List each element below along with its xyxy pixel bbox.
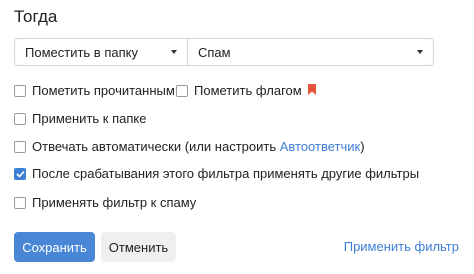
folder-select-value: Спам xyxy=(198,44,231,60)
apply-to-folder-option[interactable]: Применить к папке xyxy=(14,111,146,126)
apply-to-folder-label: Применить к папке xyxy=(32,111,147,126)
mark-flag-checkbox[interactable] xyxy=(176,84,188,97)
auto-reply-checkbox[interactable] xyxy=(14,140,26,153)
mark-read-checkbox[interactable] xyxy=(14,84,26,97)
apply-to-spam-option[interactable]: Применять фильтр к спаму xyxy=(14,195,196,210)
flag-icon xyxy=(307,83,316,98)
auto-reply-option[interactable]: Отвечать автоматически (или настроить Ав… xyxy=(14,139,365,154)
chevron-down-icon xyxy=(171,50,177,54)
mark-read-option[interactable]: Пометить прочитанным xyxy=(14,83,175,98)
mark-read-label: Пометить прочитанным xyxy=(32,83,175,98)
action-select[interactable]: Поместить в папку xyxy=(14,38,188,66)
save-button[interactable]: Сохранить xyxy=(14,232,95,262)
continue-filters-label: После срабатывания этого фильтра применя… xyxy=(32,166,420,181)
checkmark-icon xyxy=(15,170,25,178)
continue-filters-checkbox[interactable] xyxy=(14,167,26,180)
auto-reply-suffix: ) xyxy=(360,139,365,154)
mark-flag-label: Пометить флагом xyxy=(194,83,302,98)
mark-flag-option[interactable]: Пометить флагом xyxy=(176,83,316,98)
continue-filters-option[interactable]: После срабатывания этого фильтра применя… xyxy=(14,166,419,181)
autoresponder-link[interactable]: Автоответчик xyxy=(280,139,360,154)
auto-reply-label: Отвечать автоматически (или настроить xyxy=(32,139,280,154)
apply-filter-link[interactable]: Применить фильтр xyxy=(344,239,459,254)
apply-to-spam-checkbox[interactable] xyxy=(14,196,26,209)
section-title: Тогда xyxy=(14,7,58,26)
apply-to-folder-checkbox[interactable] xyxy=(14,112,26,125)
cancel-button[interactable]: Отменить xyxy=(101,232,176,262)
apply-to-spam-label: Применять фильтр к спаму xyxy=(32,195,197,210)
chevron-down-icon xyxy=(417,50,423,54)
action-select-value: Поместить в папку xyxy=(25,44,138,60)
folder-select[interactable]: Спам xyxy=(187,38,434,66)
